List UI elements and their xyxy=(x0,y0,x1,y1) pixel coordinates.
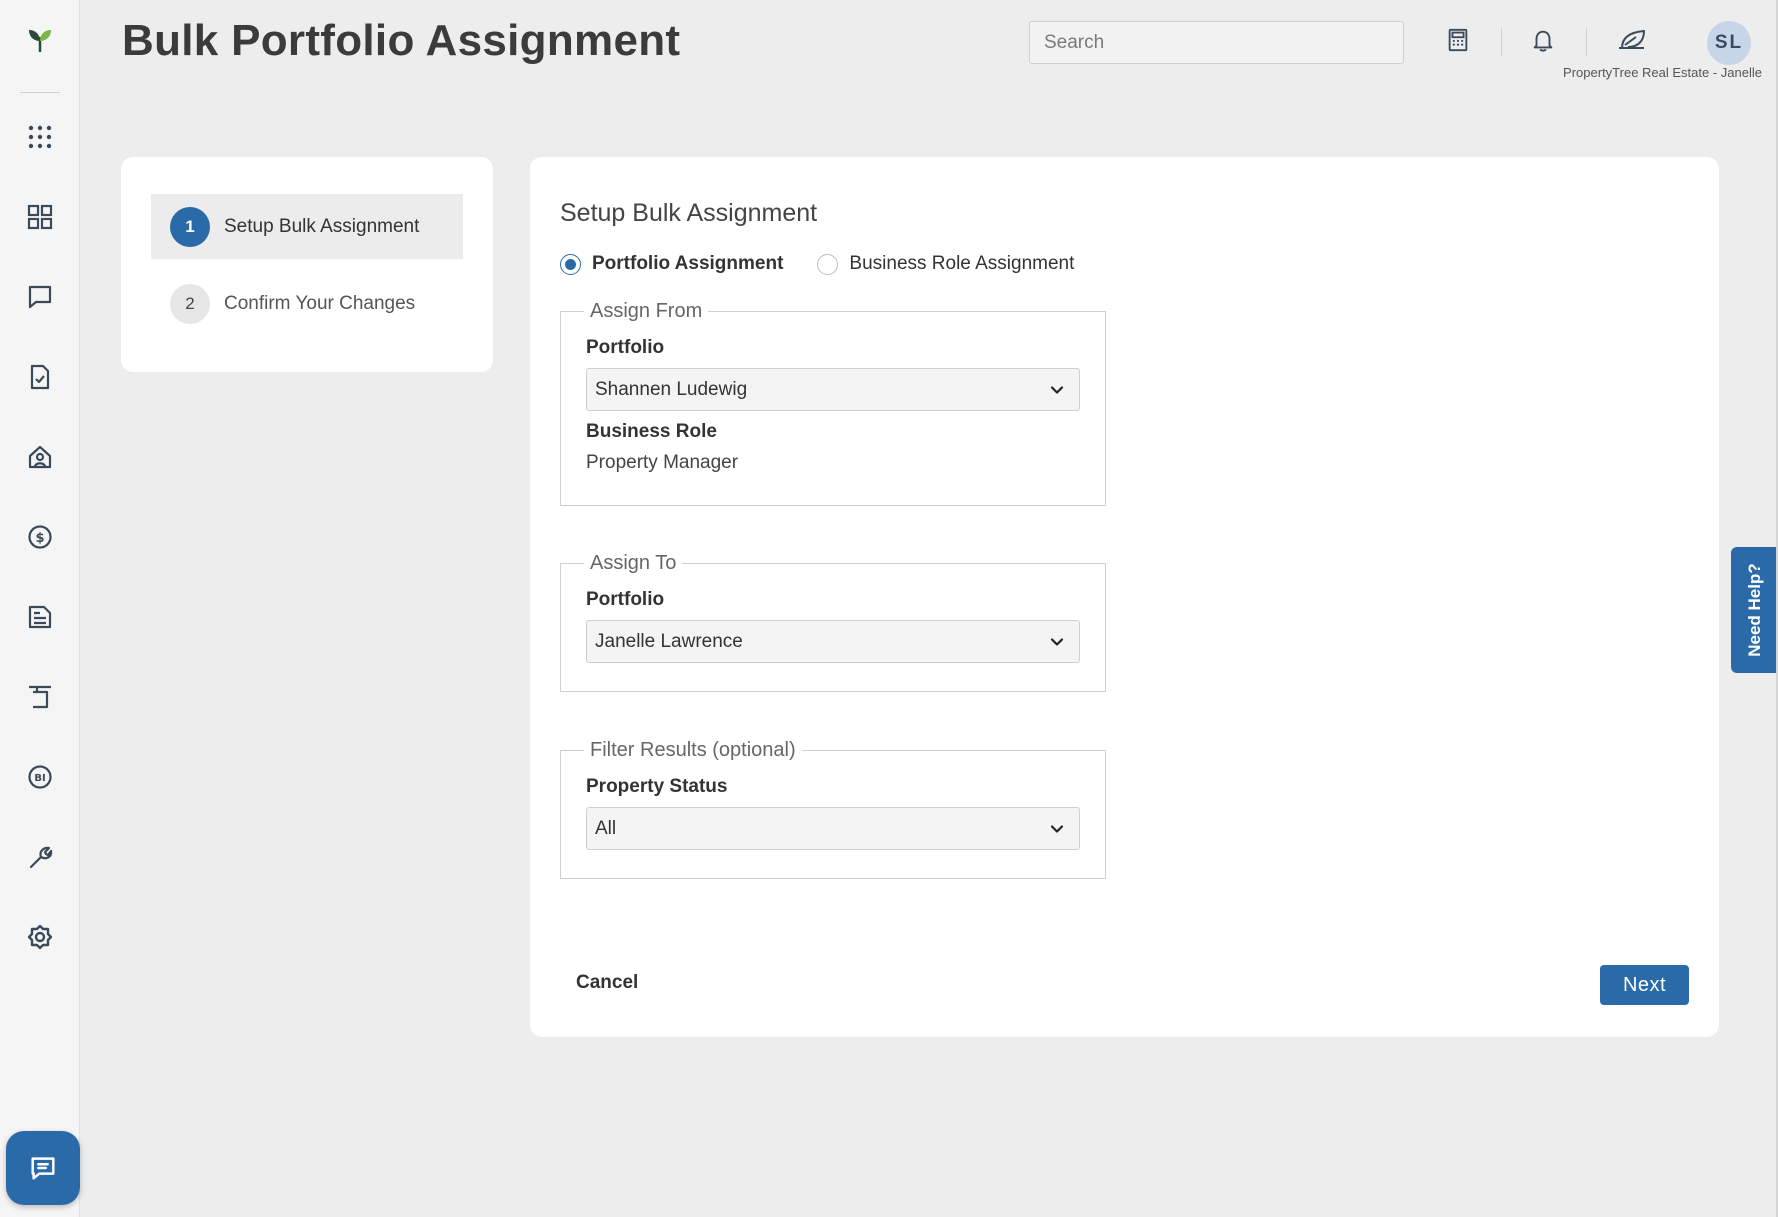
steps-panel: 1 Setup Bulk Assignment 2 Confirm Your C… xyxy=(121,157,493,372)
step-confirm-your-changes[interactable]: 2 Confirm Your Changes xyxy=(151,271,463,336)
step-setup-bulk-assignment[interactable]: 1 Setup Bulk Assignment xyxy=(151,194,463,259)
radio-label: Portfolio Assignment xyxy=(592,253,784,274)
next-button[interactable]: Next xyxy=(1600,965,1689,1005)
radio-button[interactable] xyxy=(817,253,839,275)
messages-icon[interactable] xyxy=(24,281,56,313)
portfolio-label: Portfolio xyxy=(586,589,665,610)
header-divider xyxy=(1501,28,1502,56)
maintenance-icon[interactable] xyxy=(24,841,56,873)
need-help-label: Need Help? xyxy=(1744,563,1764,657)
radio-business-role-assignment[interactable]: Business Role Assignment xyxy=(817,253,1074,275)
calculator-icon[interactable] xyxy=(1440,22,1476,58)
cancel-button[interactable]: Cancel xyxy=(576,972,638,994)
assignment-type-radio-group: Portfolio Assignment Business Role Assig… xyxy=(560,253,1108,275)
select-value: All xyxy=(595,817,617,839)
svg-text:$: $ xyxy=(35,531,44,546)
sidebar-divider xyxy=(20,92,60,93)
notifications-bell-icon[interactable] xyxy=(1525,22,1561,58)
chevron-down-icon xyxy=(1050,385,1064,394)
portfolio-label: Portfolio xyxy=(586,337,665,358)
avatar[interactable]: SL xyxy=(1707,21,1751,65)
assign-from-portfolio-select[interactable]: Shannen Ludewig xyxy=(586,368,1080,411)
assign-from-group: Assign From Portfolio Shannen Ludewig Bu… xyxy=(560,300,1106,506)
finance-icon[interactable]: $ xyxy=(24,521,56,553)
svg-text:BI: BI xyxy=(34,773,45,784)
documents-icon[interactable] xyxy=(24,601,56,633)
select-value: Shannen Ludewig xyxy=(595,378,748,400)
filter-results-group: Filter Results (optional) Property Statu… xyxy=(560,739,1106,879)
assign-to-legend: Assign To xyxy=(590,552,677,574)
setup-form-card: Setup Bulk Assignment Portfolio Assignme… xyxy=(530,157,1719,1037)
business-role-label: Business Role xyxy=(586,421,717,442)
assign-to-group: Assign To Portfolio Janelle Lawrence xyxy=(560,552,1106,692)
step-label: Confirm Your Changes xyxy=(224,292,416,314)
radio-portfolio-assignment[interactable]: Portfolio Assignment xyxy=(560,253,783,275)
chevron-down-icon xyxy=(1050,637,1064,646)
page-title: Bulk Portfolio Assignment xyxy=(122,16,681,65)
sidebar: $ BI xyxy=(0,0,80,1217)
inspections-icon[interactable] xyxy=(24,681,56,713)
chevron-down-icon xyxy=(1050,824,1064,833)
step-number: 2 xyxy=(170,283,210,324)
select-value: Janelle Lawrence xyxy=(595,630,743,652)
chat-icon[interactable] xyxy=(6,1131,80,1205)
assign-from-legend: Assign From xyxy=(590,300,703,322)
header-divider xyxy=(1586,28,1587,56)
tasks-icon[interactable] xyxy=(24,361,56,393)
step-number: 1 xyxy=(170,206,210,247)
bi-icon[interactable]: BI xyxy=(24,761,56,793)
step-label: Setup Bulk Assignment xyxy=(224,215,420,237)
filter-results-legend: Filter Results (optional) xyxy=(590,739,796,761)
property-status-label: Property Status xyxy=(586,776,728,797)
property-status-select[interactable]: All xyxy=(586,807,1080,850)
dashboard-icon[interactable] xyxy=(24,201,56,233)
radio-label: Business Role Assignment xyxy=(849,253,1075,274)
section-title: Setup Bulk Assignment xyxy=(560,199,818,227)
radio-button-checked[interactable] xyxy=(560,253,581,275)
assign-to-portfolio-select[interactable]: Janelle Lawrence xyxy=(586,620,1080,663)
eco-leaf-icon[interactable] xyxy=(1614,22,1650,58)
properties-icon[interactable] xyxy=(24,441,56,473)
search-input[interactable] xyxy=(1029,21,1404,64)
settings-icon[interactable] xyxy=(24,921,56,953)
organization-label: PropertyTree Real Estate - Janelle xyxy=(1563,65,1762,80)
apps-grid-icon[interactable] xyxy=(24,121,56,153)
business-role-value: Property Manager xyxy=(586,452,739,473)
need-help-tab[interactable]: Need Help? xyxy=(1731,547,1778,673)
app-logo-icon[interactable] xyxy=(25,25,55,55)
